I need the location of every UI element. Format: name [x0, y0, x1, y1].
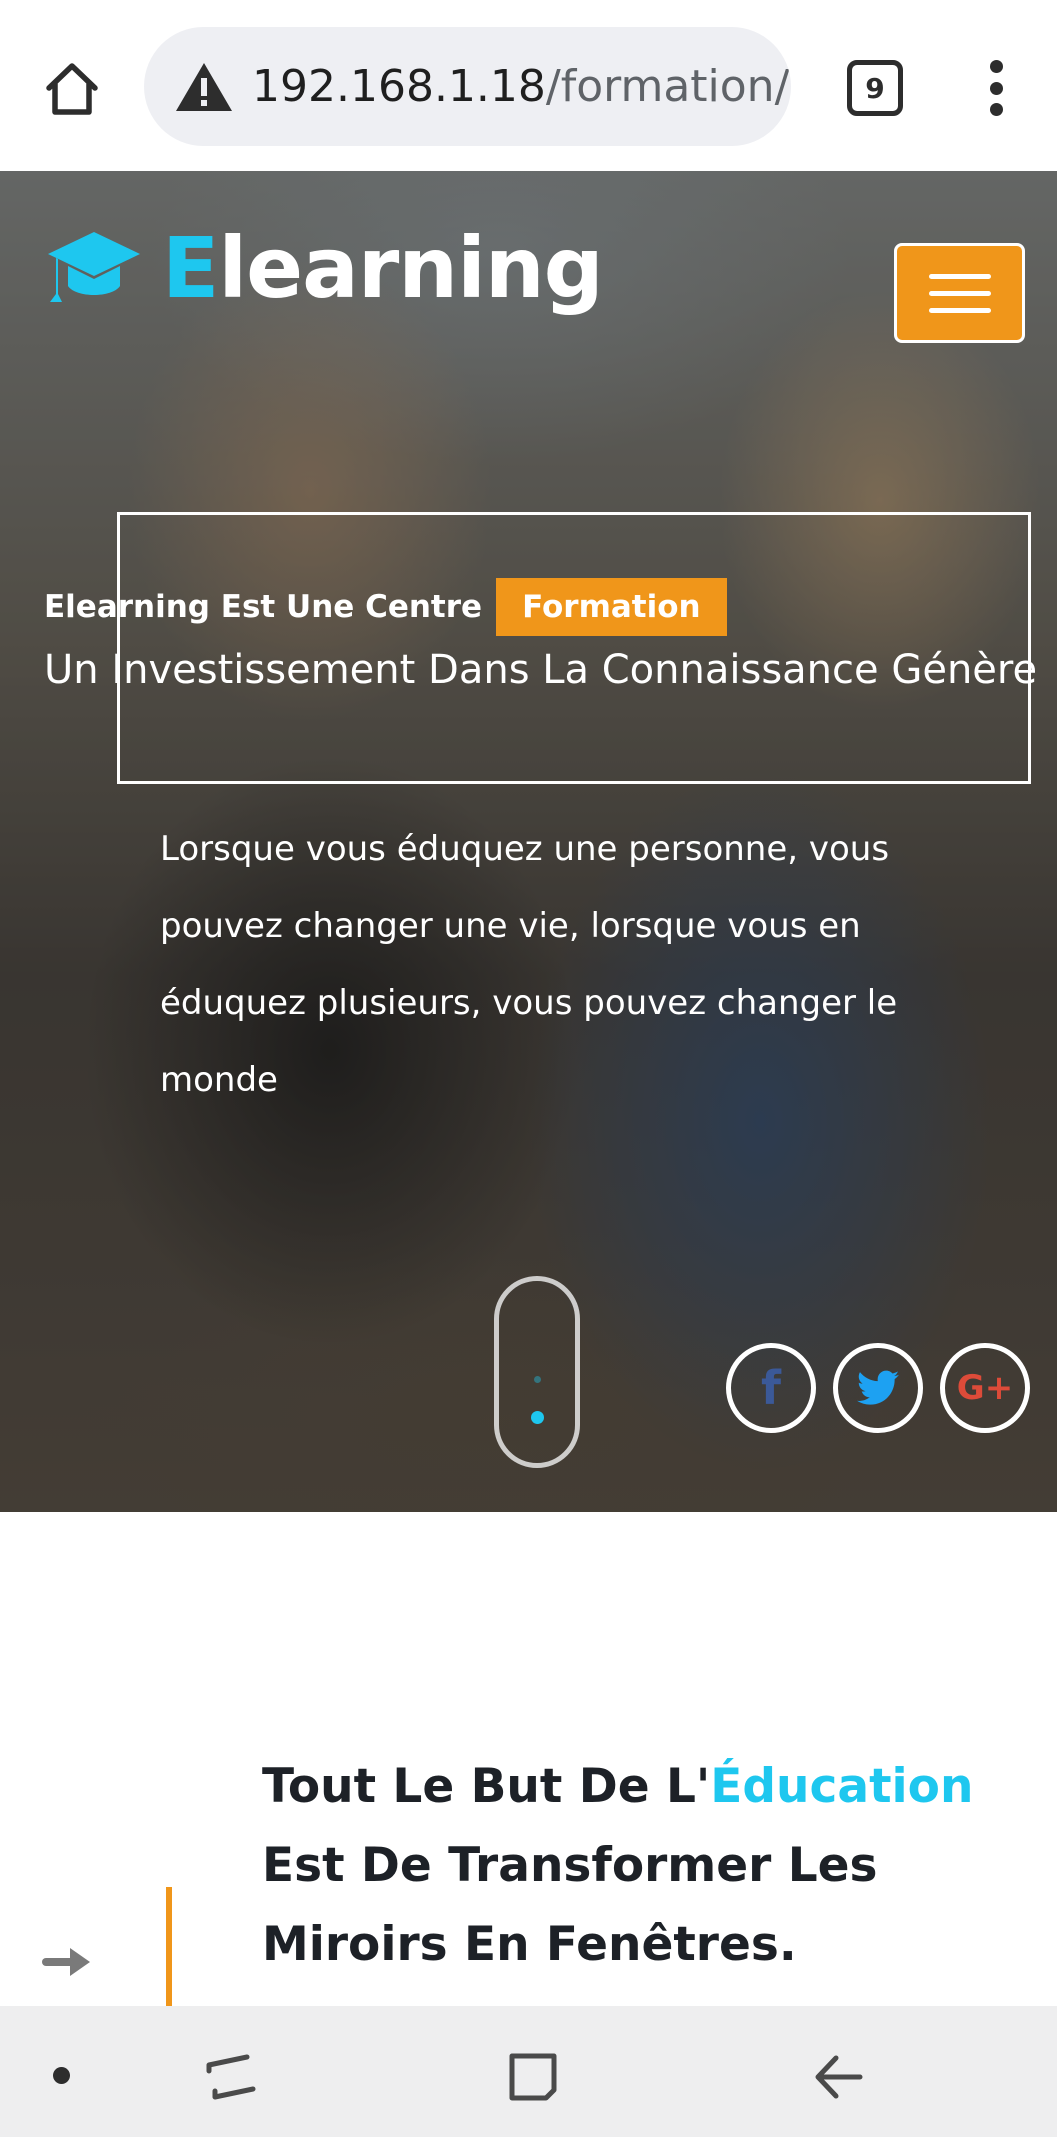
- quote-end: Est De Transformer Les Miroirs En Fenêtr…: [262, 1838, 878, 1972]
- hero-lead-text: Lorsque vous éduquez une personne, vous …: [160, 829, 898, 1100]
- url-text[interactable]: 192.168.1.18/formation/: [252, 27, 789, 146]
- graduation-cap-icon: [48, 232, 140, 302]
- facebook-glyph: f: [760, 1361, 781, 1415]
- back-icon[interactable]: [812, 2052, 864, 2102]
- hamburger-menu-button[interactable]: [894, 243, 1025, 343]
- site-logo[interactable]: Elearning: [46, 226, 604, 310]
- quote-accent-bar: [166, 1887, 172, 2006]
- browser-toolbar: 192.168.1.18/formation/ 9: [0, 0, 1057, 171]
- twitter-icon[interactable]: [833, 1343, 923, 1433]
- logo-wordmark: Elearning: [162, 226, 604, 310]
- hero-headline: Elearning Est Une Centre Formation: [44, 578, 727, 636]
- facebook-icon[interactable]: f: [726, 1343, 816, 1433]
- recents-icon[interactable]: [205, 2051, 257, 2103]
- arrow-right-icon[interactable]: [42, 1944, 94, 1980]
- url-path: /formation/: [545, 61, 790, 112]
- hero-section: Elearning Elearning Est Une Centre Forma…: [0, 171, 1057, 1512]
- tabs-icon[interactable]: 9: [847, 60, 903, 116]
- tab-count: 9: [865, 71, 885, 105]
- scroll-trail-dot: [534, 1376, 541, 1383]
- headline-badge: Formation: [496, 578, 727, 636]
- twitter-bird-icon: [857, 1370, 899, 1405]
- scroll-dot: [531, 1411, 544, 1424]
- warning-icon[interactable]: [174, 61, 234, 113]
- about-section: Tout Le But De L'Éducation Est De Transf…: [0, 1512, 1057, 2006]
- more-vert-icon[interactable]: [978, 60, 1014, 116]
- google-plus-icon[interactable]: G+: [940, 1343, 1030, 1433]
- logo-rest: learning: [218, 219, 603, 317]
- hero-subheadline: Un Investissement Dans La Connaissance G…: [44, 647, 1038, 693]
- section-quote: Tout Le But De L'Éducation Est De Transf…: [262, 1747, 1022, 1984]
- quote-start: Tout Le But De L': [262, 1759, 711, 1814]
- url-host: 192.168.1.18: [252, 61, 546, 112]
- address-bar[interactable]: 192.168.1.18/formation/: [144, 27, 791, 146]
- home-square-icon[interactable]: [508, 2052, 558, 2102]
- nav-dot-icon[interactable]: [53, 2067, 70, 2084]
- quote-accent: Éducation: [710, 1759, 974, 1814]
- scroll-down-indicator[interactable]: [494, 1276, 580, 1468]
- system-navigation-bar: [0, 2006, 1057, 2137]
- logo-first-letter: E: [162, 219, 219, 317]
- home-icon[interactable]: [38, 55, 106, 123]
- headline-prefix: Elearning Est Une Centre: [44, 589, 483, 625]
- google-plus-glyph: G+: [956, 1368, 1014, 1408]
